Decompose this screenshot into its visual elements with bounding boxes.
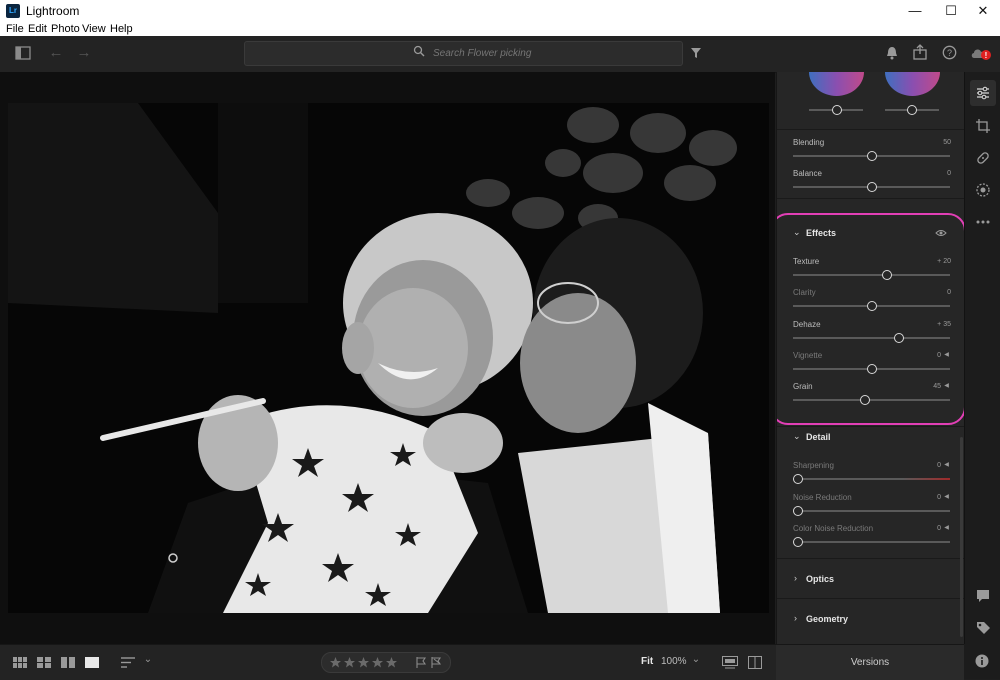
sharpening-value[interactable]: 0 <box>913 462 941 469</box>
tool-strip <box>964 72 1000 644</box>
color-noise-reduction-expand-icon[interactable]: ◀ <box>943 524 950 532</box>
optics-chevron-right-icon[interactable]: › <box>794 573 797 583</box>
menu-view[interactable]: View <box>82 22 106 36</box>
comment-icon[interactable] <box>975 588 991 604</box>
color-noise-reduction-track <box>793 541 950 543</box>
reject-flag-icon[interactable] <box>431 657 442 668</box>
menu-file[interactable]: File <box>6 22 24 36</box>
photo-canvas <box>0 72 775 644</box>
versions-bar: Versions <box>776 644 964 680</box>
highlights-luminance-thumb[interactable] <box>907 105 917 115</box>
noise-reduction-expand-icon[interactable]: ◀ <box>943 493 950 501</box>
geometry-section-title[interactable]: Geometry <box>806 614 848 624</box>
divider <box>777 558 964 559</box>
detail-chevron-down-icon[interactable]: ⌄ <box>793 431 801 442</box>
sharpening-expand-icon[interactable]: ◀ <box>943 461 950 469</box>
divider <box>777 426 964 427</box>
menu-bar: File Edit Photo View Help <box>0 22 1000 36</box>
zoom-fit[interactable]: Fit <box>641 656 653 667</box>
star-rating[interactable] <box>330 657 402 668</box>
detail-section-title[interactable]: Detail <box>806 432 831 442</box>
before-after-icon[interactable] <box>748 656 762 669</box>
svg-text:!: ! <box>985 51 988 60</box>
close-button[interactable]: ✕ <box>966 0 1000 22</box>
noise-reduction-value[interactable]: 0 <box>913 494 941 501</box>
divider <box>777 129 964 130</box>
panel-scrollbar[interactable] <box>960 437 963 637</box>
info-icon[interactable] <box>975 654 989 668</box>
balance-value[interactable]: 0 <box>923 170 951 177</box>
minimize-button[interactable]: — <box>898 0 932 22</box>
share-icon[interactable] <box>912 44 928 60</box>
geometry-chevron-right-icon[interactable]: › <box>794 613 797 623</box>
masking-icon[interactable] <box>975 182 991 198</box>
title-bar: Lr Lightroom — ☐ ✕ <box>0 0 1000 22</box>
blending-value[interactable]: 50 <box>923 139 951 146</box>
detail-view-icon[interactable] <box>85 657 99 668</box>
shadows-color-wheel[interactable] <box>809 72 864 96</box>
cloud-sync-icon[interactable]: ! <box>970 45 992 61</box>
maximize-button[interactable]: ☐ <box>934 0 968 22</box>
blending-label: Blending <box>793 138 825 147</box>
svg-text:?: ? <box>947 48 952 58</box>
photo-image[interactable] <box>8 103 769 613</box>
window-title: Lightroom <box>26 4 80 18</box>
compare-view-icon[interactable] <box>61 657 75 668</box>
app-icon: Lr <box>6 4 20 18</box>
sort-icon[interactable] <box>121 657 135 668</box>
back-arrow-icon[interactable]: ← <box>48 45 64 61</box>
menu-help[interactable]: Help <box>110 22 133 36</box>
sharpening-track <box>793 478 950 480</box>
info-overlay-icon[interactable] <box>722 656 738 669</box>
noise-reduction-thumb[interactable] <box>793 506 803 516</box>
bell-icon[interactable] <box>885 45 899 61</box>
color-noise-reduction-label: Color Noise Reduction <box>793 524 874 533</box>
help-icon[interactable]: ? <box>942 45 957 60</box>
optics-section-title[interactable]: Optics <box>806 574 834 584</box>
menu-edit[interactable]: Edit <box>28 22 47 36</box>
rating-flag-bar <box>321 652 451 673</box>
bottom-tool-strip <box>964 644 1000 679</box>
pick-flag-icon[interactable] <box>416 657 427 668</box>
menu-photo[interactable]: Photo <box>51 22 80 36</box>
noise-reduction-label: Noise Reduction <box>793 493 852 502</box>
edit-sliders-icon[interactable] <box>975 85 991 101</box>
balance-label: Balance <box>793 169 822 178</box>
crop-icon[interactable] <box>975 118 991 134</box>
divider <box>777 198 964 199</box>
edit-panel: Blending 50 Balance 0 ⌄ Effects Texture … <box>776 72 964 644</box>
filter-icon[interactable] <box>690 47 702 59</box>
more-options-icon[interactable] <box>975 214 991 230</box>
color-noise-reduction-thumb[interactable] <box>793 537 803 547</box>
zoom-level[interactable]: 100% <box>661 656 687 667</box>
shadows-luminance-thumb[interactable] <box>832 105 842 115</box>
color-noise-reduction-value[interactable]: 0 <box>913 525 941 532</box>
highlights-color-wheel[interactable] <box>885 72 940 96</box>
forward-arrow-icon[interactable]: → <box>76 45 92 61</box>
sharpening-label: Sharpening <box>793 461 834 470</box>
grid-view-icon[interactable] <box>13 657 27 668</box>
sort-chevron-down-icon[interactable]: ⌄ <box>142 654 154 665</box>
balance-thumb[interactable] <box>867 182 877 192</box>
search-bar[interactable] <box>244 41 683 66</box>
search-icon <box>413 45 425 57</box>
tag-icon[interactable] <box>975 620 991 636</box>
noise-reduction-track <box>793 510 950 512</box>
sidebar-toggle-icon[interactable] <box>15 46 31 60</box>
search-input[interactable] <box>433 44 673 62</box>
divider <box>777 598 964 599</box>
effects-highlight-ring <box>777 213 964 425</box>
blending-thumb[interactable] <box>867 151 877 161</box>
sharpening-thumb[interactable] <box>793 474 803 484</box>
zoom-chevron-down-icon[interactable]: ⌄ <box>690 654 702 665</box>
healing-brush-icon[interactable] <box>975 150 991 166</box>
versions-button[interactable]: Versions <box>776 645 964 680</box>
square-grid-view-icon[interactable] <box>37 657 51 668</box>
